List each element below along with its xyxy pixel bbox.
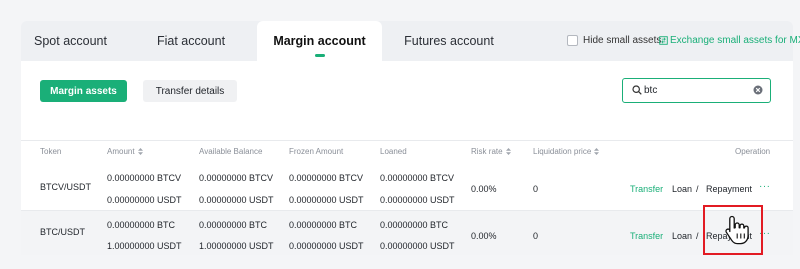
exchange-small-assets-label: Exchange small assets for MX xyxy=(670,35,800,46)
active-tab-indicator xyxy=(314,54,325,57)
sort-icon xyxy=(137,148,143,155)
table-top-divider xyxy=(21,140,793,141)
amount-base: 0.00000000 BTCV xyxy=(107,173,182,183)
table-row: BTC/USDT 0.00000000 BTC 1.00000000 USDT … xyxy=(21,211,793,255)
sort-icon xyxy=(594,148,600,155)
header-amount[interactable]: Amount xyxy=(107,147,143,156)
header-available-balance: Available Balance xyxy=(199,147,263,156)
ops-separator: / xyxy=(696,231,699,241)
header-frozen-amount: Frozen Amount xyxy=(289,147,344,156)
account-tabs: Spot account Fiat account Margin account… xyxy=(21,21,800,61)
ops-separator: / xyxy=(696,184,699,194)
available-quote: 1.00000000 USDT xyxy=(199,241,274,251)
transfer-link[interactable]: Transfer xyxy=(630,184,663,194)
loaned-base: 0.00000000 BTC xyxy=(380,220,449,230)
risk-rate: 0.00% xyxy=(471,231,497,241)
token-pair: BTC/USDT xyxy=(40,227,85,237)
search-input[interactable] xyxy=(644,82,744,99)
header-liquidation-price[interactable]: Liquidation price xyxy=(533,147,600,156)
header-operation: Operation xyxy=(735,147,771,156)
loan-link[interactable]: Loan xyxy=(672,231,692,241)
available-quote: 0.00000000 USDT xyxy=(199,195,274,205)
sort-icon xyxy=(505,148,511,155)
table-row: BTCV/USDT 0.00000000 BTCV 0.00000000 USD… xyxy=(21,166,793,210)
tab-fiat-account[interactable]: Fiat account xyxy=(151,21,231,61)
hide-small-assets-checkbox[interactable] xyxy=(567,35,578,46)
frozen-base: 0.00000000 BTC xyxy=(289,220,358,230)
hide-small-assets-toggle[interactable]: Hide small assets xyxy=(567,35,661,46)
margin-account-content: Margin assets Transfer details Token Amo… xyxy=(21,61,793,255)
amount-base: 0.00000000 BTC xyxy=(107,220,176,230)
hide-small-assets-label: Hide small assets xyxy=(583,35,662,46)
available-base: 0.00000000 BTCV xyxy=(199,173,274,183)
liquidation-price: 0 xyxy=(533,184,539,194)
transfer-link[interactable]: Transfer xyxy=(630,231,663,241)
account-panel: Spot account Fiat account Margin account… xyxy=(21,21,800,255)
tab-margin-label: Margin account xyxy=(273,34,366,48)
transfer-details-button[interactable]: Transfer details xyxy=(143,80,237,102)
header-token: Token xyxy=(40,147,62,156)
repayment-link[interactable]: Repayment xyxy=(706,184,752,194)
risk-rate: 0.00% xyxy=(471,184,497,194)
liquidation-price: 0 xyxy=(533,231,539,241)
margin-assets-button[interactable]: Margin assets xyxy=(40,80,127,102)
clear-icon[interactable] xyxy=(753,85,763,95)
exchange-small-assets-link[interactable]: Exchange small assets for MX xyxy=(659,35,800,46)
more-icon[interactable]: ··· xyxy=(759,181,771,192)
tab-spot-account[interactable]: Spot account xyxy=(33,21,108,61)
loaned-base: 0.00000000 BTCV xyxy=(380,173,455,183)
amount-quote: 1.00000000 USDT xyxy=(107,241,182,251)
exchange-icon xyxy=(659,36,668,45)
token-pair: BTCV/USDT xyxy=(40,182,92,192)
header-loaned: Loaned xyxy=(380,147,407,156)
amount-quote: 0.00000000 USDT xyxy=(107,195,182,205)
tab-futures-account[interactable]: Futures account xyxy=(399,21,499,61)
search-box[interactable] xyxy=(622,78,771,103)
header-risk-rate[interactable]: Risk rate xyxy=(471,147,511,156)
tab-margin-account[interactable]: Margin account xyxy=(257,21,382,61)
frozen-base: 0.00000000 BTCV xyxy=(289,173,364,183)
available-base: 0.00000000 BTC xyxy=(199,220,268,230)
frozen-quote: 0.00000000 USDT xyxy=(289,241,364,251)
frozen-quote: 0.00000000 USDT xyxy=(289,195,364,205)
loaned-quote: 0.00000000 USDT xyxy=(380,241,455,251)
hand-pointer-icon xyxy=(725,215,749,245)
loan-link[interactable]: Loan xyxy=(672,184,692,194)
loaned-quote: 0.00000000 USDT xyxy=(380,195,455,205)
search-icon xyxy=(632,85,642,95)
